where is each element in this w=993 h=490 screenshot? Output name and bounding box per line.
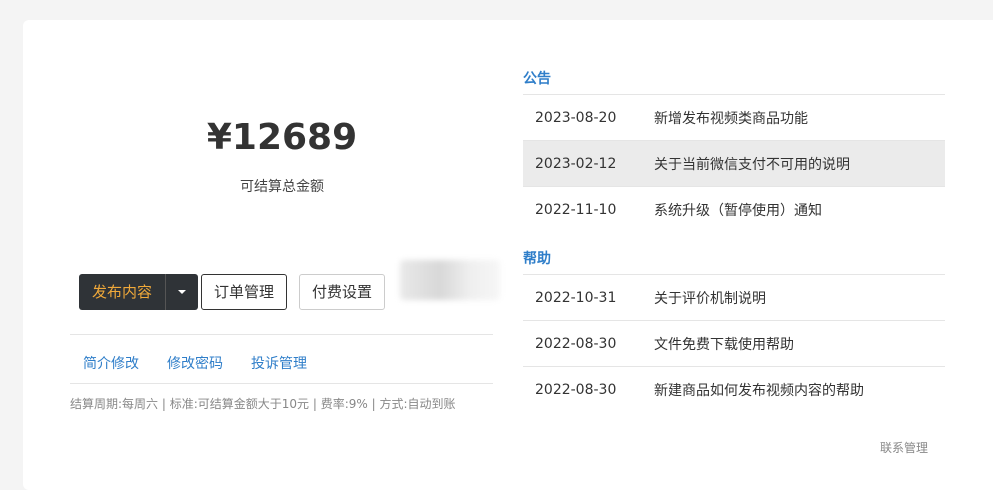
complaint-management-link[interactable]: 投诉管理 xyxy=(251,353,307,373)
announcements-list: 2023-08-20 新增发布视频类商品功能 2023-02-12 关于当前微信… xyxy=(523,94,945,232)
announcement-row[interactable]: 2023-02-12 关于当前微信支付不可用的说明 xyxy=(523,140,945,186)
help-text: 关于评价机制说明 xyxy=(654,290,766,307)
blurred-image xyxy=(400,260,500,300)
edit-profile-link[interactable]: 简介修改 xyxy=(83,353,139,373)
divider xyxy=(70,383,493,384)
contact-admin-link[interactable]: 联系管理 xyxy=(880,439,928,456)
announcement-row[interactable]: 2022-11-10 系统升级（暂停使用）通知 xyxy=(523,186,945,232)
publish-content-button[interactable]: 发布内容 xyxy=(79,274,165,310)
total-amount: ¥12689 xyxy=(206,117,358,158)
announcement-row[interactable]: 2023-08-20 新增发布视频类商品功能 xyxy=(523,94,945,140)
payment-settings-button[interactable]: 付费设置 xyxy=(299,274,385,310)
announcement-date: 2023-08-20 xyxy=(535,109,617,126)
help-date: 2022-08-30 xyxy=(535,381,617,398)
help-text: 文件免费下载使用帮助 xyxy=(654,336,794,353)
publish-dropdown-toggle[interactable] xyxy=(165,274,198,310)
publish-button-group: 发布内容 xyxy=(79,274,198,310)
help-date: 2022-08-30 xyxy=(535,335,617,352)
order-management-button[interactable]: 订单管理 xyxy=(201,274,287,310)
help-title: 帮助 xyxy=(523,251,551,267)
help-row[interactable]: 2022-08-30 文件免费下载使用帮助 xyxy=(523,320,945,366)
announcement-date: 2023-02-12 xyxy=(535,155,617,172)
help-row[interactable]: 2022-08-30 新建商品如何发布视频内容的帮助 xyxy=(523,366,945,412)
change-password-link[interactable]: 修改密码 xyxy=(167,353,223,373)
caret-down-icon xyxy=(178,290,186,294)
help-row[interactable]: 2022-10-31 关于评价机制说明 xyxy=(523,274,945,320)
announcement-text: 关于当前微信支付不可用的说明 xyxy=(654,156,850,173)
help-text: 新建商品如何发布视频内容的帮助 xyxy=(654,382,864,399)
help-list: 2022-10-31 关于评价机制说明 2022-08-30 文件免费下载使用帮… xyxy=(523,274,945,412)
announcement-text: 新增发布视频类商品功能 xyxy=(654,110,808,127)
total-amount-label: 可结算总金额 xyxy=(240,179,324,195)
help-date: 2022-10-31 xyxy=(535,289,617,306)
settlement-info: 结算周期:每周六 | 标准:可结算金额大于10元 | 费率:9% | 方式:自动… xyxy=(70,397,456,411)
account-links: 简介修改 修改密码 投诉管理 xyxy=(83,353,307,373)
divider xyxy=(70,334,493,335)
announcement-text: 系统升级（暂停使用）通知 xyxy=(654,202,822,219)
main-card xyxy=(23,20,993,490)
announcements-title: 公告 xyxy=(523,71,551,87)
announcement-date: 2022-11-10 xyxy=(535,201,617,218)
